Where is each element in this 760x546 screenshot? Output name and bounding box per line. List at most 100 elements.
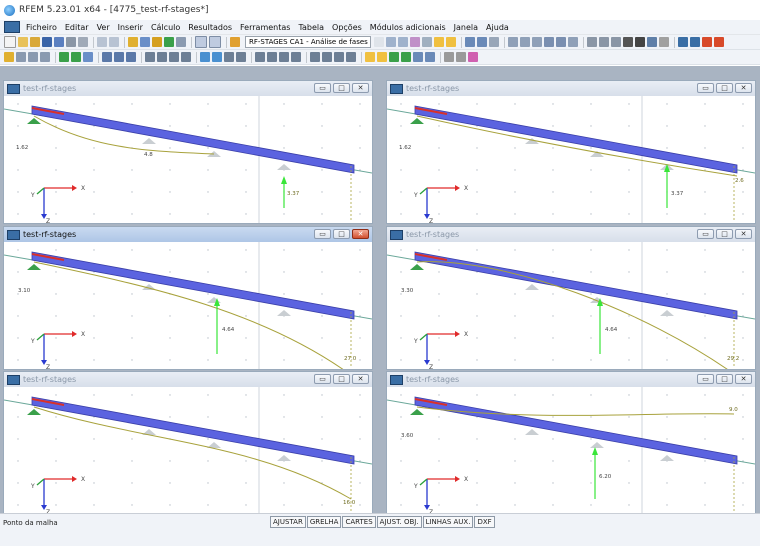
table-icon[interactable]	[176, 37, 186, 47]
view-side-icon[interactable]	[157, 52, 167, 62]
palette-icon[interactable]	[444, 52, 454, 62]
open-project-icon[interactable]	[30, 37, 40, 47]
close-button[interactable]: ✕	[352, 374, 369, 384]
results-diagram-icon[interactable]	[389, 52, 399, 62]
numbering-icon[interactable]	[365, 52, 375, 62]
close-button[interactable]: ✕	[735, 229, 752, 239]
menu-editar[interactable]: Editar	[65, 23, 89, 32]
maximize-button[interactable]: □	[716, 374, 733, 384]
results-values-icon[interactable]	[446, 37, 456, 47]
report-icon[interactable]	[489, 37, 499, 47]
maximize-button[interactable]: □	[333, 229, 350, 239]
view-window-icon[interactable]	[195, 36, 207, 48]
document-icon[interactable]	[4, 21, 20, 33]
filter-icon[interactable]	[568, 37, 578, 47]
deformation-icon[interactable]	[422, 37, 432, 47]
open-folder-icon[interactable]	[18, 37, 28, 47]
menu-janela[interactable]: Janela	[454, 23, 478, 32]
surface-icon[interactable]	[556, 37, 566, 47]
zoom-all-icon[interactable]	[291, 52, 301, 62]
zoom-window-icon[interactable]	[279, 52, 289, 62]
window-titlebar[interactable]: test-rf-stages ▭ □ ✕	[4, 372, 372, 387]
calculate-icon[interactable]	[152, 37, 162, 47]
solid-icon[interactable]	[236, 52, 246, 62]
visibility-icon[interactable]	[212, 52, 222, 62]
member-icon[interactable]	[544, 37, 554, 47]
flag-icon[interactable]	[714, 37, 724, 47]
window-titlebar[interactable]: test-rf-stages ▭ □ ✕	[387, 227, 755, 242]
info-icon[interactable]	[647, 37, 657, 47]
legend-icon[interactable]	[456, 52, 466, 62]
object-snap-toggle-button[interactable]: AJUST. OBJ.	[376, 516, 422, 528]
undo-icon[interactable]	[97, 37, 107, 47]
node-load-icon[interactable]	[102, 52, 112, 62]
view-front-icon[interactable]	[145, 52, 155, 62]
minimize-button[interactable]: ▭	[314, 83, 331, 93]
model-canvas[interactable]: 3.10 4.64 27.0 X Y Z	[4, 242, 372, 369]
minimize-button[interactable]: ▭	[697, 374, 714, 384]
menu-ferramentas[interactable]: Ferramentas	[240, 23, 290, 32]
layout-icon[interactable]	[678, 37, 688, 47]
member-load-icon[interactable]	[114, 52, 124, 62]
panel-icon[interactable]	[209, 36, 221, 48]
model-window-2[interactable]: test-rf-stages ▭ □ ✕ 1.62 3.37 2.6 X Y Z	[386, 80, 756, 224]
delete-icon[interactable]	[623, 37, 633, 47]
menu-resultados[interactable]: Resultados	[188, 23, 232, 32]
results-display-icon[interactable]	[434, 37, 444, 47]
rotate-icon[interactable]	[599, 37, 609, 47]
print-icon[interactable]	[66, 37, 76, 47]
node-icon[interactable]	[532, 37, 542, 47]
model-canvas[interactable]: 16.0XYZ	[4, 387, 372, 514]
view-iso-icon[interactable]	[181, 52, 191, 62]
window-titlebar[interactable]: test-rf-stages ▭ □ ✕	[4, 81, 372, 96]
menu-ficheiro[interactable]: Ficheiro	[26, 23, 57, 32]
close-button[interactable]: ✕	[352, 83, 369, 93]
model-window-6[interactable]: test-rf-stages ▭ □ ✕ 3.60 6.20 9.0 X Y Z	[386, 371, 756, 515]
previous-case-icon[interactable]	[386, 37, 396, 47]
menu-calculo[interactable]: Cálculo	[151, 23, 180, 32]
color-icon[interactable]	[702, 37, 712, 47]
menu-tabela[interactable]: Tabela	[298, 23, 324, 32]
fit-icon[interactable]	[334, 52, 344, 62]
next-case-icon[interactable]	[398, 37, 408, 47]
close-button[interactable]: ✕	[735, 83, 752, 93]
minimize-button[interactable]: ▭	[697, 83, 714, 93]
print-graphic-icon[interactable]	[78, 37, 88, 47]
window-titlebar[interactable]: test-rf-stages ▭ □ ✕	[387, 372, 755, 387]
support-icon[interactable]	[59, 52, 69, 62]
load-case-combo[interactable]: RF-STAGES CA1 - Análise de fases de c	[245, 36, 371, 48]
panels-icon[interactable]	[690, 37, 700, 47]
guidelines-toggle-button[interactable]: LINHAS AUX.	[422, 516, 474, 528]
render-icon[interactable]	[611, 37, 621, 47]
menu-ajuda[interactable]: Ajuda	[486, 23, 509, 32]
maximize-button[interactable]: □	[333, 374, 350, 384]
save-all-icon[interactable]	[54, 37, 64, 47]
minimize-button[interactable]: ▭	[314, 229, 331, 239]
pan-icon[interactable]	[310, 52, 320, 62]
section-view-icon[interactable]	[200, 52, 210, 62]
snap-icon[interactable]	[520, 37, 530, 47]
grid-icon[interactable]	[508, 37, 518, 47]
model-canvas[interactable]: 3.30 4.64 29.2 X Y Z	[387, 242, 755, 369]
new-file-icon[interactable]	[4, 36, 16, 48]
result-settings-icon[interactable]	[410, 37, 420, 47]
cuts-icon[interactable]	[425, 52, 435, 62]
maximize-button[interactable]: □	[716, 229, 733, 239]
surface-load-icon[interactable]	[126, 52, 136, 62]
dxf-toggle-button[interactable]: DXF	[474, 516, 495, 528]
zoom-out-icon[interactable]	[267, 52, 277, 62]
model-canvas[interactable]: 3.606.209.0XYZ	[387, 387, 755, 514]
menu-inserir[interactable]: Inserir	[118, 23, 143, 32]
close-button[interactable]: ✕	[352, 229, 369, 239]
orbit-icon[interactable]	[322, 52, 332, 62]
menu-opcoes[interactable]: Opções	[332, 23, 362, 32]
maximize-button[interactable]: □	[716, 83, 733, 93]
section-icon[interactable]	[413, 52, 423, 62]
combo-dropdown-icon[interactable]	[374, 37, 384, 47]
model-window-1[interactable]: test-rf-stages ▭ □ ✕ 1.62 4.8 3.37 X Y Z	[3, 80, 373, 224]
model-canvas[interactable]: 1.62 4.8 3.37 X Y Z	[4, 96, 372, 223]
line-icon[interactable]	[16, 52, 26, 62]
magic-icon[interactable]	[659, 37, 669, 47]
minimize-button[interactable]: ▭	[314, 374, 331, 384]
zoom-in-icon[interactable]	[255, 52, 265, 62]
